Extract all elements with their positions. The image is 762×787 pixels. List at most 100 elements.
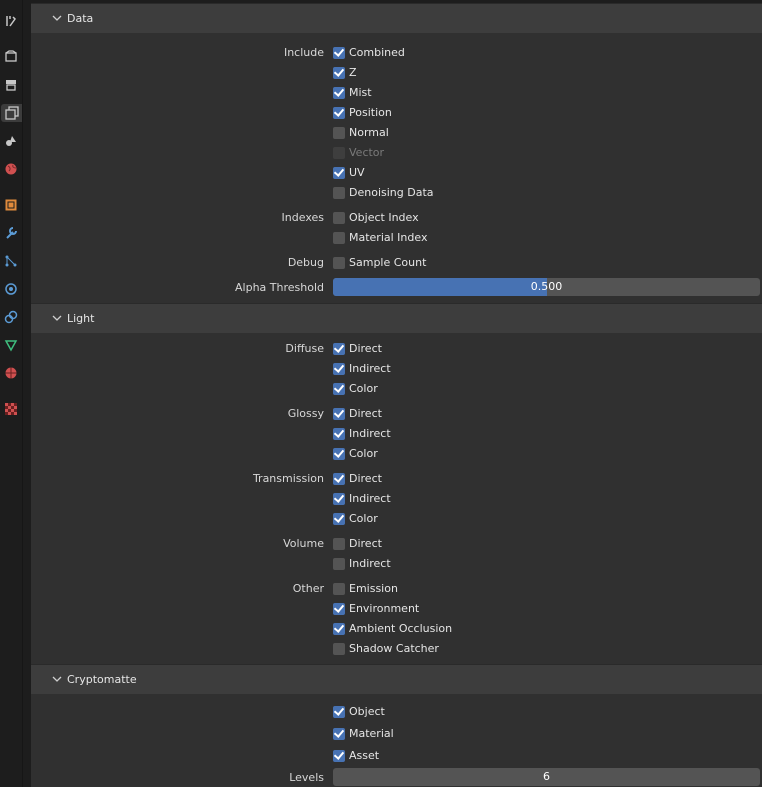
checkbox[interactable] (333, 187, 345, 199)
constraints-icon (4, 310, 18, 324)
checkbox-label[interactable]: Material Index (349, 231, 427, 244)
tab-data[interactable] (2, 336, 20, 354)
checkbox[interactable] (333, 643, 345, 655)
checkbox[interactable] (333, 750, 345, 762)
checkbox-label[interactable]: Environment (349, 602, 419, 615)
cryptomatte-panel-header[interactable]: Cryptomatte (31, 664, 762, 695)
checkbox-label[interactable]: Shadow Catcher (349, 642, 439, 655)
checkbox-label[interactable]: Direct (349, 537, 382, 550)
checkbox-label[interactable]: Combined (349, 46, 405, 59)
checkbox[interactable] (333, 408, 345, 420)
checkbox-label[interactable]: UV (349, 166, 365, 179)
checkbox[interactable] (333, 363, 345, 375)
checkbox[interactable] (333, 473, 345, 485)
checkbox-label[interactable]: Object Index (349, 211, 419, 224)
checkbox-label[interactable]: Normal (349, 126, 389, 139)
tab-material[interactable] (2, 364, 20, 382)
volume-label: Volume (283, 537, 324, 550)
glossy-label: Glossy (287, 407, 324, 420)
checkbox-label[interactable]: Z (349, 66, 357, 79)
checkbox-label[interactable]: Direct (349, 472, 382, 485)
output-icon (6, 80, 16, 91)
checkbox[interactable] (333, 603, 345, 615)
checkbox-label[interactable]: Color (349, 512, 378, 525)
checkbox-label[interactable]: Denoising Data (349, 186, 434, 199)
tab-scene[interactable] (2, 132, 20, 150)
checkbox[interactable] (333, 67, 345, 79)
tab-constraints[interactable] (2, 308, 20, 326)
checkbox-label[interactable]: Indirect (349, 557, 391, 570)
tab-physics[interactable] (2, 280, 20, 298)
tab-particles[interactable] (2, 252, 20, 270)
checkbox-label[interactable]: Color (349, 447, 378, 460)
object-icon (5, 199, 17, 211)
data-panel-body: Include Combined Z Mist Position Normal Vecto… (31, 33, 762, 303)
checkbox-label[interactable]: Direct (349, 407, 382, 420)
tab-object[interactable] (2, 196, 20, 214)
checkbox-label[interactable]: Emission (349, 582, 398, 595)
checkbox-label[interactable]: Position (349, 106, 392, 119)
checkbox[interactable] (333, 167, 345, 179)
material-icon (5, 367, 17, 379)
tab-world[interactable] (2, 160, 20, 178)
checkbox[interactable] (333, 212, 345, 224)
checkbox[interactable] (333, 728, 345, 740)
checkbox-label[interactable]: Object (349, 705, 385, 718)
checkbox[interactable] (333, 343, 345, 355)
scene-icon (6, 136, 16, 146)
light-panel-body: Diffuse Direct Indirect Color Glossy Direc… (31, 333, 762, 663)
tab-render[interactable] (2, 47, 20, 65)
debug-label: Debug (287, 256, 324, 269)
tab-view-layer[interactable] (1, 104, 22, 122)
data-icon (4, 340, 18, 352)
light-panel-title: Light (67, 312, 95, 325)
checkbox[interactable] (333, 448, 345, 460)
light-panel-header[interactable]: Light (31, 303, 762, 334)
cryptomatte-panel-title: Cryptomatte (67, 673, 137, 686)
particles-icon (5, 255, 17, 267)
checkbox-label[interactable]: Material (349, 727, 394, 740)
data-panel-header[interactable]: Data (31, 3, 762, 34)
indexes-label: Indexes (281, 211, 324, 224)
checkbox[interactable] (333, 558, 345, 570)
diffuse-label: Diffuse (285, 342, 324, 355)
levels-field[interactable]: 6 (333, 768, 760, 786)
checkbox[interactable] (333, 107, 345, 119)
checkbox[interactable] (333, 127, 345, 139)
checkbox[interactable] (333, 623, 345, 635)
checkbox-label[interactable]: Ambient Occlusion (349, 622, 452, 635)
checkbox-label[interactable]: Asset (349, 749, 379, 762)
checkbox[interactable] (333, 493, 345, 505)
checkbox[interactable] (333, 538, 345, 550)
tab-tool[interactable] (2, 12, 20, 30)
checkbox[interactable] (333, 87, 345, 99)
checkbox[interactable] (333, 428, 345, 440)
chevron-down-icon (52, 315, 62, 321)
physics-icon (5, 283, 17, 295)
tab-output[interactable] (2, 76, 20, 94)
checkbox-label[interactable]: Mist (349, 86, 372, 99)
checkbox[interactable] (333, 513, 345, 525)
tab-texture[interactable] (2, 400, 20, 418)
levels-label: Levels (289, 771, 324, 784)
alpha-threshold-slider[interactable]: 0.500 (333, 278, 760, 296)
tab-modifier[interactable] (2, 224, 20, 242)
other-label: Other (292, 582, 324, 595)
checkbox[interactable] (333, 383, 345, 395)
texture-icon (5, 403, 17, 415)
checkbox[interactable] (333, 257, 345, 269)
checkbox[interactable] (333, 232, 345, 244)
cryptomatte-panel-body: Object Material Asset Levels 6 (31, 694, 762, 787)
checkbox-label[interactable]: Direct (349, 342, 382, 355)
checkbox[interactable] (333, 706, 345, 718)
chevron-down-icon (52, 15, 62, 21)
checkbox-label[interactable]: Indirect (349, 492, 391, 505)
checkbox-label[interactable]: Indirect (349, 362, 391, 375)
alpha-threshold-value: 0.500 (530, 280, 563, 293)
checkbox-label[interactable]: Sample Count (349, 256, 426, 269)
tool-icon (6, 16, 16, 27)
checkbox[interactable] (333, 47, 345, 59)
checkbox[interactable] (333, 583, 345, 595)
checkbox-label[interactable]: Color (349, 382, 378, 395)
checkbox-label[interactable]: Indirect (349, 427, 391, 440)
